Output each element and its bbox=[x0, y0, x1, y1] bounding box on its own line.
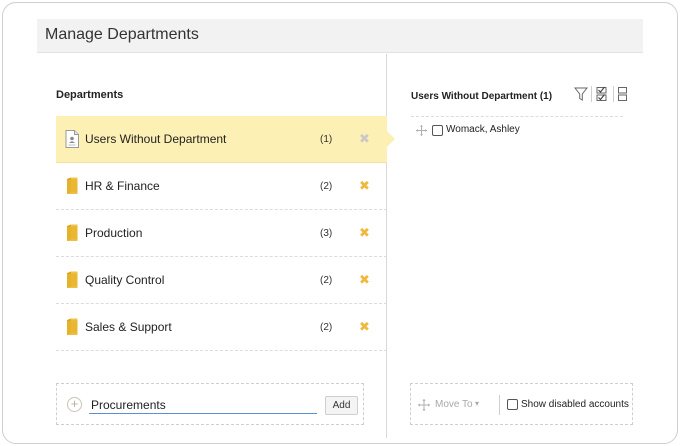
delete-icon[interactable]: ✖ bbox=[359, 225, 370, 241]
add-department-button[interactable]: Add bbox=[325, 396, 358, 415]
footer-separator bbox=[499, 395, 500, 415]
department-row-sales-support[interactable]: Sales & Support (2) ✖ bbox=[56, 304, 387, 351]
folder-icon bbox=[67, 271, 78, 288]
user-checkbox[interactable] bbox=[432, 125, 443, 136]
department-name: Sales & Support bbox=[85, 320, 172, 334]
delete-icon[interactable]: ✖ bbox=[359, 131, 370, 147]
department-name: Quality Control bbox=[85, 273, 165, 287]
department-list: Users Without Department (1) ✖ HR & Fina… bbox=[56, 116, 395, 351]
department-name: Users Without Department bbox=[85, 132, 227, 146]
users-panel-title: Users Without Department (1) bbox=[411, 91, 553, 102]
users-panel-footer: Move To ▾ Show disabled accounts bbox=[410, 383, 633, 425]
department-count: (2) bbox=[320, 275, 333, 286]
department-count: (3) bbox=[320, 228, 333, 239]
department-row-quality-control[interactable]: Quality Control (2) ✖ bbox=[56, 257, 387, 304]
department-row-production[interactable]: Production (3) ✖ bbox=[56, 210, 387, 257]
delete-icon[interactable]: ✖ bbox=[359, 272, 370, 288]
delete-icon[interactable]: ✖ bbox=[359, 319, 370, 335]
show-disabled-checkbox[interactable] bbox=[507, 399, 518, 410]
filter-icon[interactable] bbox=[574, 86, 588, 102]
uncheck-all-icon[interactable] bbox=[616, 86, 630, 102]
user-document-icon bbox=[65, 130, 79, 148]
department-row-hr-finance[interactable]: HR & Finance (2) ✖ bbox=[56, 163, 387, 210]
departments-heading: Departments bbox=[56, 89, 124, 101]
delete-icon[interactable]: ✖ bbox=[359, 178, 370, 194]
department-name: HR & Finance bbox=[85, 179, 160, 193]
add-circle-icon[interactable]: + bbox=[67, 397, 82, 412]
department-count: (1) bbox=[320, 134, 333, 145]
new-department-input[interactable] bbox=[89, 396, 317, 414]
show-disabled-label[interactable]: Show disabled accounts bbox=[521, 399, 629, 410]
department-count: (2) bbox=[320, 322, 333, 333]
page-header: Manage Departments bbox=[37, 19, 643, 53]
department-name: Production bbox=[85, 226, 143, 240]
department-row-users-without-department[interactable]: Users Without Department (1) ✖ bbox=[56, 116, 395, 163]
move-to-button[interactable]: Move To bbox=[435, 399, 473, 410]
users-panel-divider bbox=[411, 116, 623, 117]
move-icon bbox=[418, 399, 430, 411]
toolbar-separator bbox=[591, 86, 592, 102]
drag-handle-icon[interactable] bbox=[416, 125, 427, 136]
folder-icon bbox=[67, 177, 78, 194]
toolbar-separator bbox=[613, 86, 614, 102]
user-name: Womack, Ashley bbox=[446, 124, 520, 135]
chevron-down-icon[interactable]: ▾ bbox=[475, 399, 479, 408]
folder-icon bbox=[67, 224, 78, 241]
add-department-box: + Add bbox=[56, 383, 364, 425]
check-all-icon[interactable] bbox=[595, 86, 609, 102]
folder-icon bbox=[67, 318, 78, 335]
department-count: (2) bbox=[320, 181, 333, 192]
page-title: Manage Departments bbox=[45, 26, 199, 43]
